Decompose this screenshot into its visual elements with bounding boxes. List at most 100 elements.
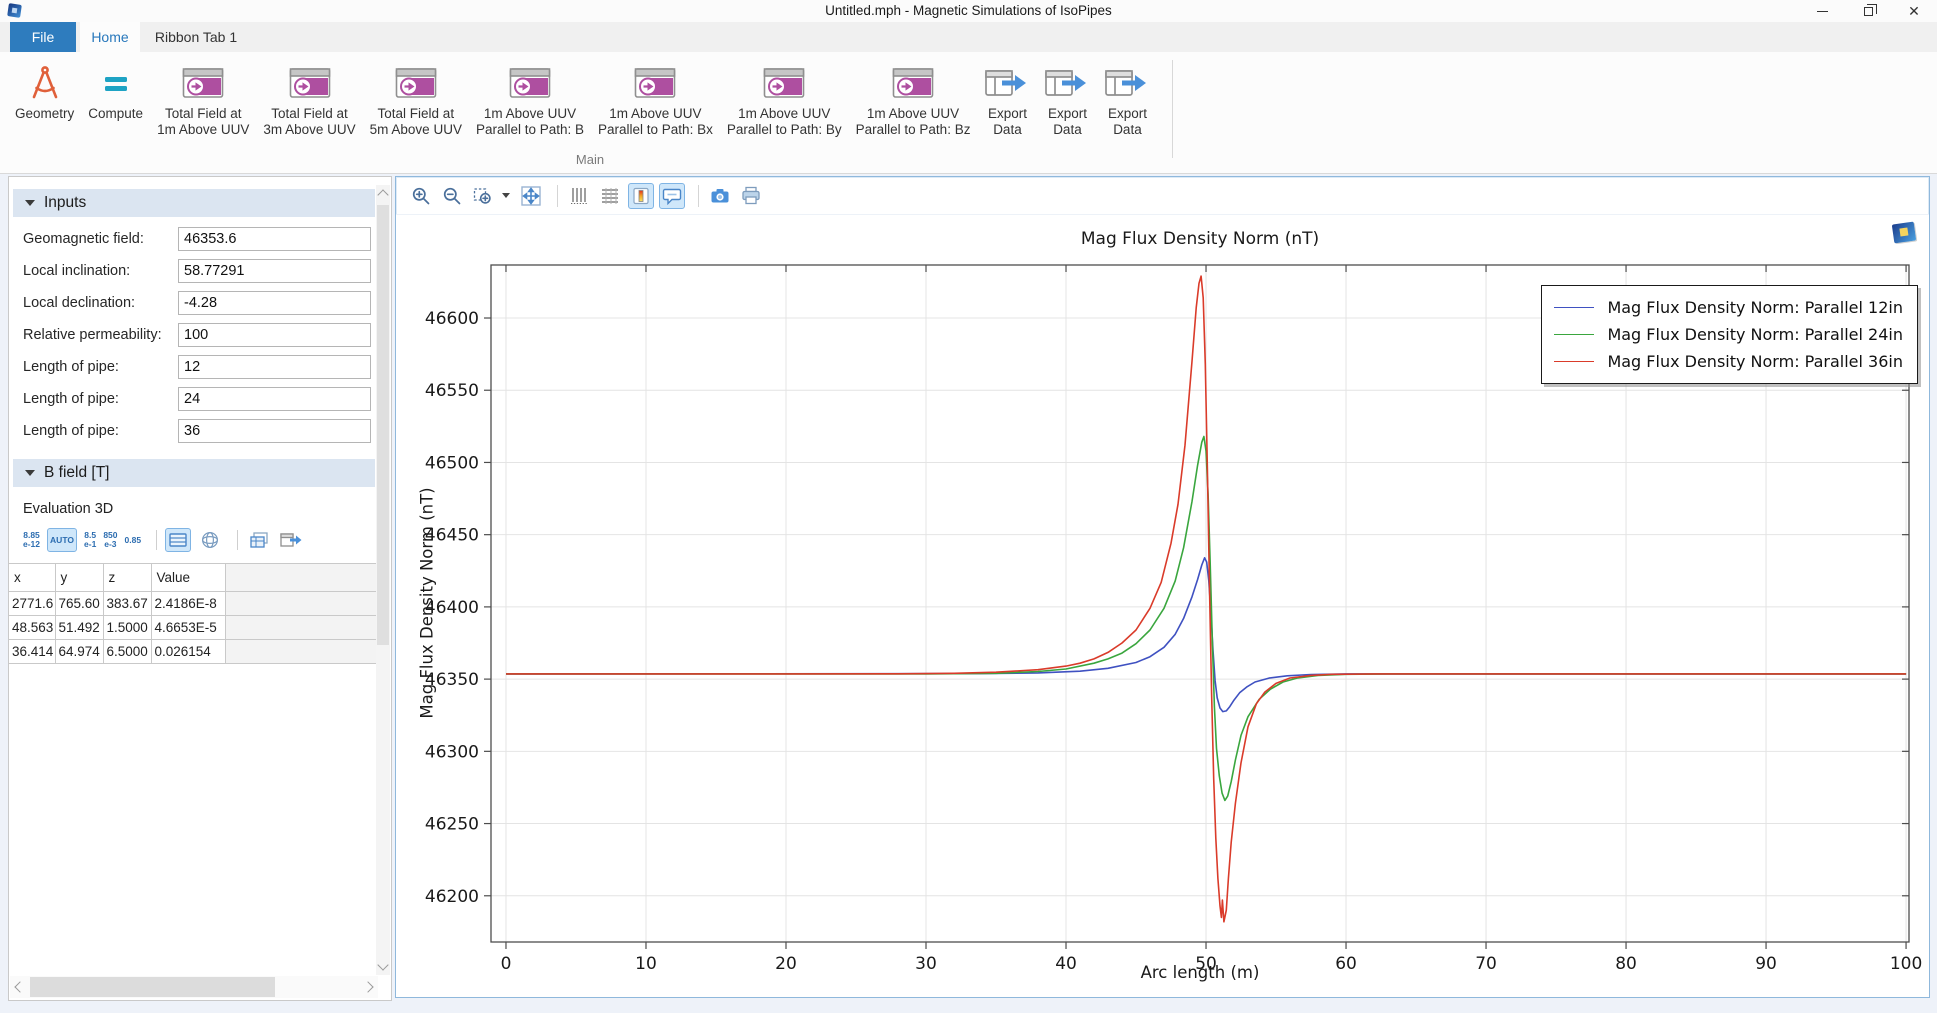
legend-entry: Mag Flux Density Norm: Parallel 36in bbox=[1554, 348, 1903, 375]
vertical-scrollbar-thumb[interactable] bbox=[377, 205, 389, 645]
close-button[interactable]: ✕ bbox=[1891, 0, 1937, 22]
total-field-1m-button[interactable]: Total Field at 1m Above UUV bbox=[150, 60, 256, 140]
local-inclination-label: Local inclination: bbox=[23, 263, 130, 279]
scroll-right-icon[interactable] bbox=[362, 981, 373, 992]
title-bar: Untitled.mph - Magnetic Simulations of I… bbox=[0, 0, 1937, 22]
horizontal-scrollbar-thumb[interactable] bbox=[30, 977, 275, 997]
evaluation-table: x y z Value 2771.6 765.60 383.67 2.4186E… bbox=[9, 563, 379, 664]
b-field-section-header[interactable]: B field [T] bbox=[13, 459, 375, 487]
svg-text:0: 0 bbox=[501, 954, 512, 974]
local-inclination-input[interactable] bbox=[178, 259, 371, 283]
parallel-path-b-button[interactable]: 1m Above UUV Parallel to Path: B bbox=[469, 60, 591, 140]
scroll-left-icon[interactable] bbox=[14, 981, 25, 992]
graphics-toolbar bbox=[396, 177, 1929, 215]
graphics-panel: Mag Flux Density Norm (nT) Mag Flux Dens… bbox=[395, 176, 1930, 998]
axis-gridlines-icon[interactable] bbox=[566, 183, 592, 209]
precision-milli-button[interactable]: 850 e-3 bbox=[103, 531, 117, 549]
ribbon: Geometry Compute Total Field at 1m Above… bbox=[0, 52, 1937, 174]
geomagnetic-field-input[interactable] bbox=[178, 227, 371, 251]
parallel-path-bz-button[interactable]: 1m Above UUV Parallel to Path: Bz bbox=[849, 60, 978, 140]
precision-decimal-button[interactable]: 0.85 bbox=[125, 536, 142, 545]
zoom-extents-icon[interactable] bbox=[518, 183, 544, 209]
tab-home[interactable]: Home bbox=[80, 22, 140, 52]
inputs-section-title: Inputs bbox=[44, 194, 86, 212]
geometry-compass-icon bbox=[26, 62, 64, 104]
cell-y: 51.492 bbox=[55, 616, 103, 640]
geometry-button[interactable]: Geometry bbox=[8, 60, 81, 124]
col-header-x[interactable]: x bbox=[9, 564, 55, 592]
scroll-up-icon[interactable] bbox=[377, 189, 388, 200]
length-of-pipe-36-input[interactable] bbox=[178, 419, 371, 443]
svg-text:46500: 46500 bbox=[425, 453, 479, 473]
svg-text:46600: 46600 bbox=[425, 309, 479, 329]
precision-scientific-button[interactable]: 8.85 e-12 bbox=[23, 531, 40, 549]
table-row[interactable]: 36.414 64.974 6.5000 0.026154 bbox=[9, 640, 379, 664]
vertical-scrollbar[interactable] bbox=[376, 185, 390, 975]
tooltip-toggle-icon[interactable] bbox=[659, 183, 685, 209]
local-declination-label: Local declination: bbox=[23, 295, 135, 311]
table-row[interactable]: 2771.6 765.60 383.67 2.4186E-8 bbox=[9, 592, 379, 616]
scroll-down-icon[interactable] bbox=[377, 959, 388, 970]
snapshot-camera-icon[interactable] bbox=[707, 183, 733, 209]
table-view-toggle-button[interactable] bbox=[165, 528, 191, 552]
cell-filler bbox=[225, 592, 379, 616]
export-data-button-3[interactable]: Export Data bbox=[1097, 60, 1157, 140]
plot-window-icon bbox=[892, 62, 934, 104]
zoom-box-icon[interactable] bbox=[470, 183, 496, 209]
precision-engineering-button[interactable]: 8.5 e-1 bbox=[84, 531, 96, 549]
window-title: Untitled.mph - Magnetic Simulations of I… bbox=[0, 3, 1937, 18]
compute-button[interactable]: Compute bbox=[81, 60, 150, 124]
zoom-in-icon[interactable] bbox=[408, 183, 434, 209]
export-data-button-1[interactable]: Export Data bbox=[977, 60, 1037, 140]
total-field-5m-button[interactable]: Total Field at 5m Above UUV bbox=[363, 60, 469, 140]
grid-icon[interactable] bbox=[597, 183, 623, 209]
legend-line-sample bbox=[1554, 307, 1594, 308]
copy-table-button[interactable] bbox=[246, 528, 272, 552]
plot-area[interactable]: Mag Flux Density Norm (nT) Mag Flux Dens… bbox=[396, 215, 1929, 997]
cell-x: 36.414 bbox=[9, 640, 55, 664]
zoom-out-icon[interactable] bbox=[439, 183, 465, 209]
minimize-button[interactable] bbox=[1799, 0, 1845, 22]
sphere-plot-button[interactable] bbox=[197, 528, 223, 552]
ribbon-group-separator bbox=[1172, 60, 1173, 158]
plot-window-icon bbox=[763, 62, 805, 104]
ribbon-group-label: Main bbox=[0, 152, 1180, 167]
col-header-value[interactable]: Value bbox=[151, 564, 225, 592]
length-of-pipe-24-label: Length of pipe: bbox=[23, 391, 119, 407]
total-field-3m-button[interactable]: Total Field at 3m Above UUV bbox=[256, 60, 362, 140]
cell-filler bbox=[225, 616, 379, 640]
length-of-pipe-12-input[interactable] bbox=[178, 355, 371, 379]
svg-text:50: 50 bbox=[1195, 954, 1217, 974]
precision-auto-button[interactable]: AUTO bbox=[47, 528, 77, 552]
svg-text:60: 60 bbox=[1335, 954, 1357, 974]
color-legend-toggle-icon[interactable] bbox=[628, 183, 654, 209]
cell-x: 2771.6 bbox=[9, 592, 55, 616]
cell-y: 765.60 bbox=[55, 592, 103, 616]
inputs-section-header[interactable]: Inputs bbox=[13, 189, 375, 217]
restore-icon bbox=[1864, 7, 1873, 16]
legend-entry: Mag Flux Density Norm: Parallel 24in bbox=[1554, 321, 1903, 348]
print-icon[interactable] bbox=[738, 183, 764, 209]
restore-button[interactable] bbox=[1845, 0, 1891, 22]
zoom-dropdown-caret-icon[interactable] bbox=[502, 193, 510, 198]
local-declination-input[interactable] bbox=[178, 291, 371, 315]
parallel-path-by-button[interactable]: 1m Above UUV Parallel to Path: By bbox=[720, 60, 849, 140]
svg-text:46300: 46300 bbox=[425, 742, 479, 762]
export-data-button-2[interactable]: Export Data bbox=[1037, 60, 1097, 140]
table-header-row: x y z Value bbox=[9, 564, 379, 592]
svg-text:46200: 46200 bbox=[425, 887, 479, 907]
col-header-y[interactable]: y bbox=[55, 564, 103, 592]
export-table-button[interactable] bbox=[278, 528, 304, 552]
table-row[interactable]: 48.563 51.492 1.5000 4.6653E-5 bbox=[9, 616, 379, 640]
tab-ribbon-tab-1[interactable]: Ribbon Tab 1 bbox=[144, 22, 248, 52]
svg-text:90: 90 bbox=[1755, 954, 1777, 974]
parallel-path-bx-button[interactable]: 1m Above UUV Parallel to Path: Bx bbox=[591, 60, 720, 140]
length-of-pipe-24-input[interactable] bbox=[178, 387, 371, 411]
col-header-z[interactable]: z bbox=[103, 564, 151, 592]
horizontal-scrollbar[interactable] bbox=[10, 976, 378, 998]
tab-file[interactable]: File bbox=[10, 22, 76, 52]
collapse-triangle-icon bbox=[25, 200, 35, 206]
export-table-arrow-icon bbox=[1104, 62, 1150, 104]
relative-permeability-input[interactable] bbox=[178, 323, 371, 347]
cell-value: 2.4186E-8 bbox=[151, 592, 225, 616]
